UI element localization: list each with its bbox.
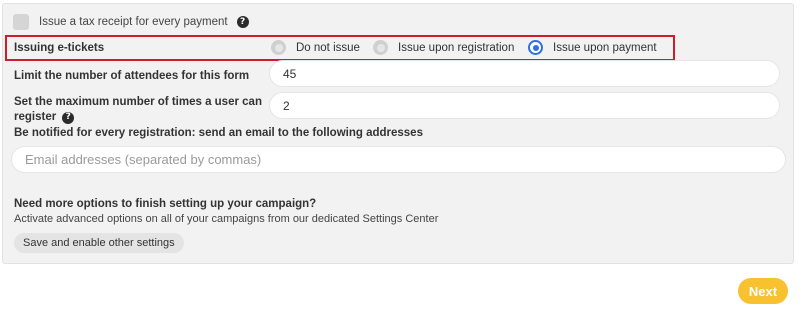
max-registrations-label: Set the maximum number of times a user c…	[14, 95, 262, 125]
radio-label: Do not issue	[296, 41, 360, 54]
radio-icon	[373, 40, 388, 55]
settings-panel: Issue a tax receipt for every payment ? …	[2, 3, 794, 264]
radio-issue-upon-payment[interactable]: Issue upon payment	[528, 40, 657, 55]
attendee-limit-input[interactable]	[269, 60, 780, 87]
max-registrations-label-line2: register	[14, 111, 57, 123]
save-enable-settings-button[interactable]: Save and enable other settings	[14, 233, 184, 253]
attendee-limit-label: Limit the number of attendees for this f…	[14, 70, 250, 82]
radio-selected-icon	[528, 40, 543, 55]
help-icon[interactable]: ?	[236, 16, 249, 28]
notify-label: Be notified for every registration: send…	[14, 127, 423, 139]
radio-issue-upon-registration[interactable]: Issue upon registration	[373, 40, 514, 55]
tax-receipt-row: Issue a tax receipt for every payment ?	[13, 13, 249, 31]
max-registrations-label-line1: Set the maximum number of times a user c…	[14, 96, 262, 108]
radio-do-not-issue[interactable]: Do not issue	[271, 40, 360, 55]
help-icon[interactable]: ?	[62, 111, 75, 124]
eticket-row: Issuing e-tickets Do not issue Issue upo…	[5, 35, 675, 61]
tax-receipt-checkbox[interactable]	[13, 14, 29, 30]
tax-receipt-label: Issue a tax receipt for every payment	[39, 16, 228, 28]
email-addresses-input[interactable]	[11, 146, 786, 173]
radio-label: Issue upon payment	[553, 41, 657, 54]
radio-label: Issue upon registration	[398, 41, 515, 54]
promo-text: Activate advanced options on all of your…	[14, 213, 439, 225]
next-button[interactable]: Next	[738, 278, 788, 304]
eticket-label: Issuing e-tickets	[14, 42, 105, 54]
promo-title: Need more options to finish setting up y…	[14, 198, 317, 210]
radio-icon	[271, 40, 286, 55]
max-registrations-input[interactable]	[269, 92, 780, 119]
